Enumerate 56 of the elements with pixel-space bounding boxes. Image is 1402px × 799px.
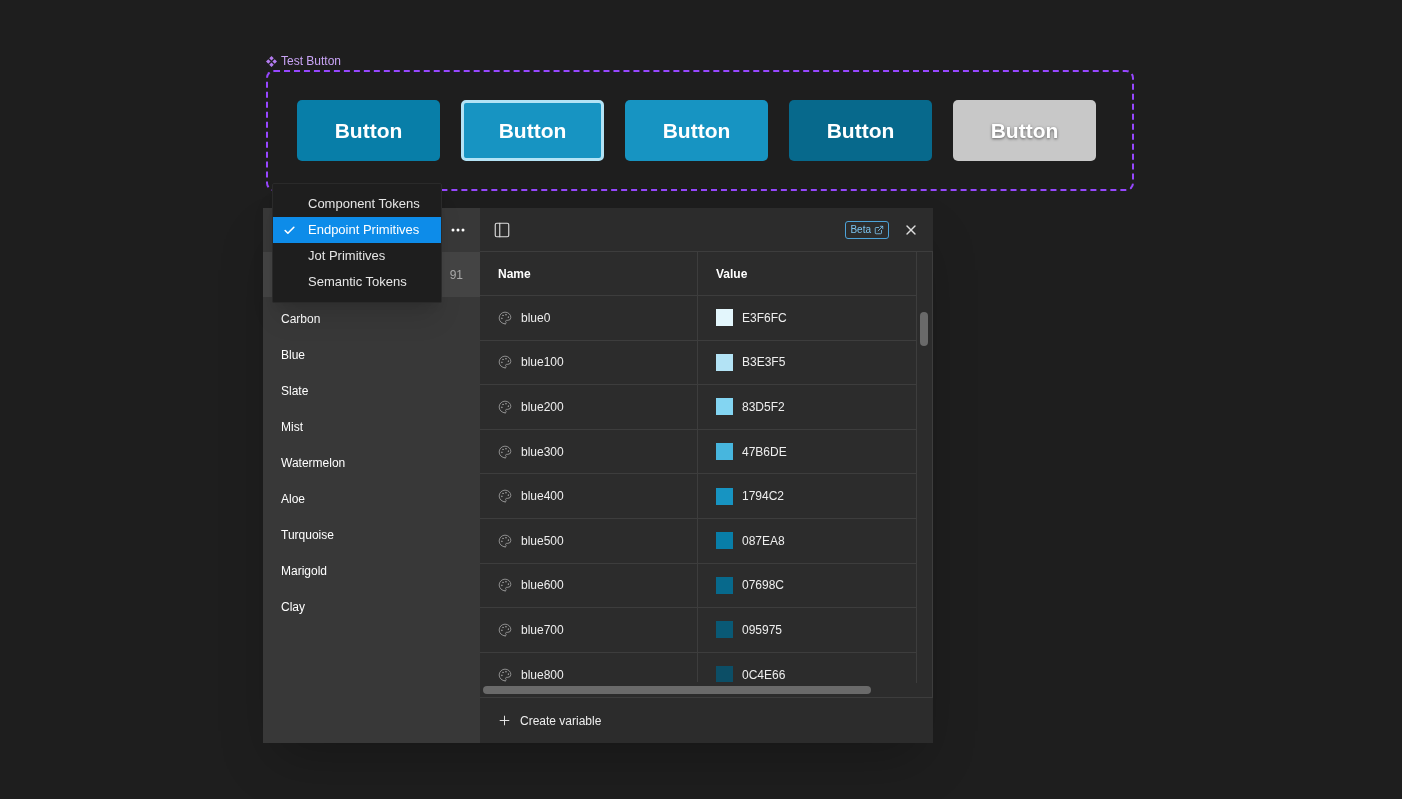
menu-item[interactable]: Endpoint Primitives (273, 217, 441, 243)
beta-badge[interactable]: Beta (845, 220, 889, 239)
menu-item[interactable]: Component Tokens (273, 191, 441, 217)
group-item[interactable]: Mist (263, 409, 480, 445)
group-item[interactable]: Blue (263, 337, 480, 373)
palette-icon (498, 578, 512, 593)
palette-icon (498, 667, 512, 682)
count-label: 91 (449, 266, 463, 284)
group-item[interactable]: Carbon (263, 301, 480, 337)
horizontal-scrollbar-thumb[interactable] (483, 686, 871, 694)
group-item[interactable]: Marigold (263, 553, 480, 589)
variable-name: blue100 (521, 354, 564, 372)
group-item[interactable]: Watermelon (263, 445, 480, 481)
variable-value: 095975 (742, 621, 783, 639)
variable-name: blue500 (521, 532, 564, 550)
variable-value: B3E3F5 (742, 354, 786, 372)
external-link-icon (874, 224, 884, 235)
column-header: Name (480, 252, 698, 295)
menu-item[interactable]: Jot Primitives (273, 243, 441, 269)
variable-name: blue300 (521, 443, 564, 461)
variable-value: 0C4E66 (742, 666, 786, 682)
variable-name: blue0 (521, 309, 551, 327)
variable-value: 087EA8 (742, 532, 785, 550)
variable-name: blue700 (521, 621, 564, 639)
group-item[interactable]: Clay (263, 589, 480, 625)
check-icon (283, 223, 296, 237)
column-header: Value (715, 265, 749, 283)
component-icon (266, 55, 277, 67)
variable-value: 83D5F2 (742, 399, 785, 416)
palette-icon (498, 489, 512, 504)
variant-button[interactable]: Button (297, 100, 440, 161)
scrollbar-thumb[interactable] (920, 312, 928, 346)
variable-name: blue600 (521, 577, 564, 595)
variable-value: E3F6FC (742, 309, 787, 327)
variable-value: 07698C (742, 577, 785, 595)
palette-icon (498, 310, 512, 325)
group-item[interactable]: Aloe (263, 481, 480, 517)
palette-icon (498, 533, 512, 548)
variable-name: blue200 (521, 399, 564, 416)
plus-icon (497, 713, 512, 728)
variable-value: 47B6DE (742, 443, 787, 461)
group-item[interactable]: Slate (263, 373, 480, 409)
variable-value: 1794C2 (742, 488, 785, 506)
palette-icon (498, 622, 512, 637)
group-item[interactable]: Turquoise (263, 517, 480, 553)
palette-icon (498, 444, 512, 459)
create-variable-button[interactable]: Create variable (497, 711, 602, 730)
palette-icon (498, 400, 512, 414)
variable-name: blue800 (521, 666, 564, 682)
component-label: Test Button (281, 53, 342, 70)
variable-name: blue400 (521, 488, 564, 506)
menu-item[interactable]: Semantic Tokens (273, 269, 441, 295)
variant-button[interactable]: Button (789, 100, 932, 161)
more-icon (451, 228, 465, 232)
sidebar-toggle-icon (493, 220, 511, 239)
palette-icon (498, 355, 512, 370)
